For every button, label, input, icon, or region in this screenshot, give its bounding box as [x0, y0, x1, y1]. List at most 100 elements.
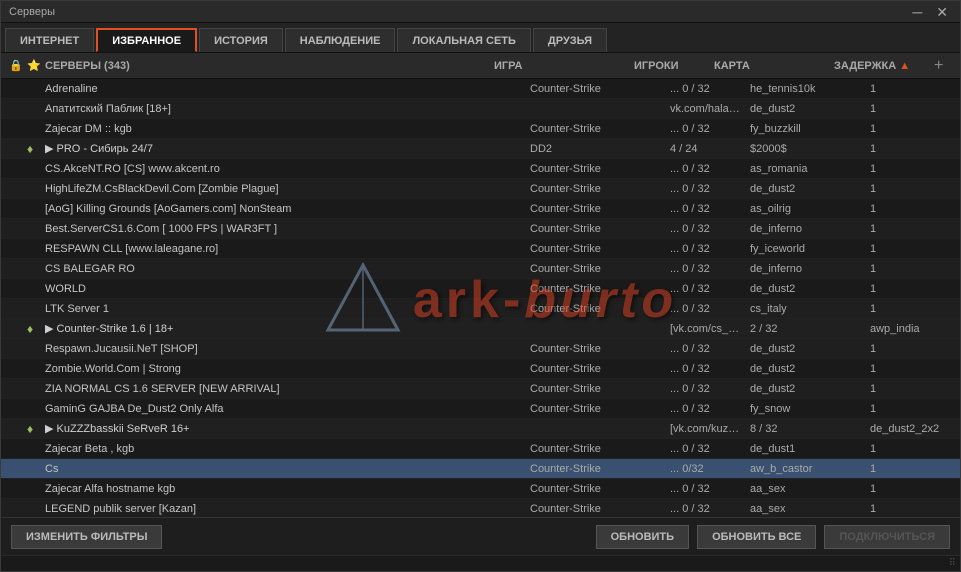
server-name: Zajecar Beta , kgb — [41, 443, 526, 455]
map-cell: $2000$ — [746, 143, 866, 155]
ping-cell: 1 — [866, 163, 956, 175]
server-name: Апатитский Паблик [18+] — [41, 103, 526, 115]
tab-интернет[interactable]: ИНТЕРНЕТ — [5, 28, 94, 52]
game-cell: Counter-Strike — [526, 303, 666, 315]
table-row[interactable]: CS.AkceNT.RO [CS] www.akcent.roCounter-S… — [1, 159, 960, 179]
add-server-button[interactable]: + — [934, 57, 956, 75]
map-cell: de_inferno — [746, 223, 866, 235]
table-row[interactable]: LTK Server 1Counter-Strike... 0 / 32cs_i… — [1, 299, 960, 319]
bottom-bar: ИЗМЕНИТЬ ФИЛЬТРЫ ОБНОВИТЬ ОБНОВИТЬ ВСЕ П… — [1, 517, 960, 555]
server-name: Respawn.Jucausii.NeT [SHOP] — [41, 343, 526, 355]
players-cell: ... 0 / 32 — [666, 83, 746, 95]
server-name: LTK Server 1 — [41, 303, 526, 315]
ping-cell: 1 — [866, 503, 956, 515]
game-cell: Counter-Strike — [526, 463, 666, 475]
ping-cell: 1 — [866, 383, 956, 395]
server-name: Best.ServerCS1.6.Com [ 1000 FPS | WAR3FT… — [41, 223, 526, 235]
map-cell: he_tennis10k — [746, 83, 866, 95]
game-cell: Counter-Strike — [526, 443, 666, 455]
table-row[interactable]: Zombie.World.Com | StrongCounter-Strike.… — [1, 359, 960, 379]
minimize-button[interactable]: ─ — [908, 5, 926, 19]
players-cell: ... 0 / 32 — [666, 303, 746, 315]
ping-cell: 1 — [866, 103, 956, 115]
table-row[interactable]: ♦▶ PRO - Сибирь 24/7DD24 / 24$2000$1 — [1, 139, 960, 159]
server-name: GaminG GAJBA De_Dust2 Only Alfa — [41, 403, 526, 415]
players-cell: [vk.com/cs_18plus] — [666, 323, 746, 335]
ping-cell: 1 — [866, 283, 956, 295]
game-cell: Counter-Strike — [526, 223, 666, 235]
server-name: [AoG] Killing Grounds [AoGamers.com] Non… — [41, 203, 526, 215]
game-cell: Counter-Strike — [526, 203, 666, 215]
map-cell: fy_buzzkill — [746, 123, 866, 135]
table-row[interactable]: Best.ServerCS1.6.Com [ 1000 FPS | WAR3FT… — [1, 219, 960, 239]
refresh-all-button[interactable]: ОБНОВИТЬ ВСЕ — [697, 525, 816, 549]
table-row[interactable]: WORLDCounter-Strike... 0 / 32de_dust21 — [1, 279, 960, 299]
table-row[interactable]: LEGEND publik server [Kazan]Counter-Stri… — [1, 499, 960, 517]
close-button[interactable]: ✕ — [932, 5, 952, 19]
table-row[interactable]: CS BALEGAR ROCounter-Strike... 0 / 32de_… — [1, 259, 960, 279]
game-cell: Counter-Strike — [526, 123, 666, 135]
tab-наблюдение[interactable]: НАБЛЮДЕНИЕ — [285, 28, 396, 52]
resize-handle[interactable]: ⠿ — [949, 558, 956, 569]
connect-button[interactable]: ПОДКЛЮЧИТЬСЯ — [824, 525, 950, 549]
server-name: CS.AkceNT.RO [CS] www.akcent.ro — [41, 163, 526, 175]
table-header: 🔒 ⭐ СЕРВЕРЫ (343) ИГРА ИГРОКИ КАРТА ЗАДЕ… — [1, 53, 960, 79]
tab-друзья[interactable]: ДРУЗЬЯ — [533, 28, 607, 52]
table-body[interactable]: AdrenalineCounter-Strike... 0 / 32he_ten… — [1, 79, 960, 517]
ping-cell: 1 — [866, 143, 956, 155]
table-row[interactable]: RESPAWN CLL [www.laleagane.ro]Counter-St… — [1, 239, 960, 259]
status-bar: ⠿ — [1, 555, 960, 571]
boost-icon: ♦ — [23, 142, 41, 156]
table-row[interactable]: ♦▶ KuZZZbasskii SeRveR 16+[vk.com/kuzbas… — [1, 419, 960, 439]
map-cell: aa_sex — [746, 503, 866, 515]
boost-icon: ♦ — [23, 322, 41, 336]
tab-история[interactable]: ИСТОРИЯ — [199, 28, 283, 52]
server-name: Zajecar Alfa hostname kgb — [41, 483, 526, 495]
game-cell: DD2 — [526, 143, 666, 155]
game-cell: Counter-Strike — [526, 503, 666, 515]
players-cell: ... 0 / 32 — [666, 263, 746, 275]
ping-cell: 1 — [866, 403, 956, 415]
map-cell: de_dust2 — [746, 283, 866, 295]
players-cell: ... 0 / 32 — [666, 403, 746, 415]
map-cell: de_dust2 — [746, 363, 866, 375]
server-name: WORLD — [41, 283, 526, 295]
game-cell: Counter-Strike — [526, 283, 666, 295]
map-cell: de_dust2 — [746, 383, 866, 395]
map-cell: as_romania — [746, 163, 866, 175]
filter-button[interactable]: ИЗМЕНИТЬ ФИЛЬТРЫ — [11, 525, 162, 549]
tab-локальная сеть[interactable]: ЛОКАЛЬНАЯ СЕТЬ — [397, 28, 530, 52]
table-row[interactable]: [AoG] Killing Grounds [AoGamers.com] Non… — [1, 199, 960, 219]
table-row[interactable]: Zajecar DM :: kgbCounter-Strike... 0 / 3… — [1, 119, 960, 139]
table-row[interactable]: CsCounter-Strike... 0/32aw_b_castor1 — [1, 459, 960, 479]
table-row[interactable]: ZIA NORMAL CS 1.6 SERVER [NEW ARRIVAL]Co… — [1, 379, 960, 399]
table-row[interactable]: Respawn.Jucausii.NeT [SHOP]Counter-Strik… — [1, 339, 960, 359]
server-name: ▶ KuZZZbasskii SeRveR 16+ — [41, 422, 526, 435]
table-row[interactable]: Апатитский Паблик [18+]vk.com/halaulolqd… — [1, 99, 960, 119]
game-cell: Counter-Strike — [526, 343, 666, 355]
game-cell: Counter-Strike — [526, 403, 666, 415]
game-cell: Counter-Strike — [526, 383, 666, 395]
tabs-bar: ИНТЕРНЕТИЗБРАННОЕИСТОРИЯНАБЛЮДЕНИЕЛОКАЛЬ… — [1, 23, 960, 53]
game-cell: Counter-Strike — [526, 83, 666, 95]
server-name: LEGEND publik server [Kazan] — [41, 503, 526, 515]
servers-content: 🔒 ⭐ СЕРВЕРЫ (343) ИГРА ИГРОКИ КАРТА ЗАДЕ… — [1, 53, 960, 517]
ping-cell: de_dust2_2x2 — [866, 423, 956, 435]
table-row[interactable]: AdrenalineCounter-Strike... 0 / 32he_ten… — [1, 79, 960, 99]
ping-cell: 1 — [866, 243, 956, 255]
refresh-button[interactable]: ОБНОВИТЬ — [596, 525, 689, 549]
window-title: Серверы — [9, 6, 55, 18]
table-row[interactable]: Zajecar Alfa hostname kgbCounter-Strike.… — [1, 479, 960, 499]
table-row[interactable]: GaminG GAJBA De_Dust2 Only AlfaCounter-S… — [1, 399, 960, 419]
table-row[interactable]: HighLifeZM.CsBlackDevil.Com [Zombie Plag… — [1, 179, 960, 199]
tab-избранное[interactable]: ИЗБРАННОЕ — [96, 28, 197, 52]
th-name: СЕРВЕРЫ (343) — [41, 60, 490, 72]
map-cell: de_dust1 — [746, 443, 866, 455]
table-row[interactable]: ♦▶ Counter-Strike 1.6 | 18+[vk.com/cs_18… — [1, 319, 960, 339]
table-row[interactable]: Zajecar Beta , kgbCounter-Strike... 0 / … — [1, 439, 960, 459]
players-cell: [vk.com/kuzbas] — [666, 423, 746, 435]
players-cell: vk.com/halaulolq — [666, 103, 746, 115]
game-cell: Counter-Strike — [526, 163, 666, 175]
map-cell: aa_sex — [746, 483, 866, 495]
map-cell: fy_snow — [746, 403, 866, 415]
